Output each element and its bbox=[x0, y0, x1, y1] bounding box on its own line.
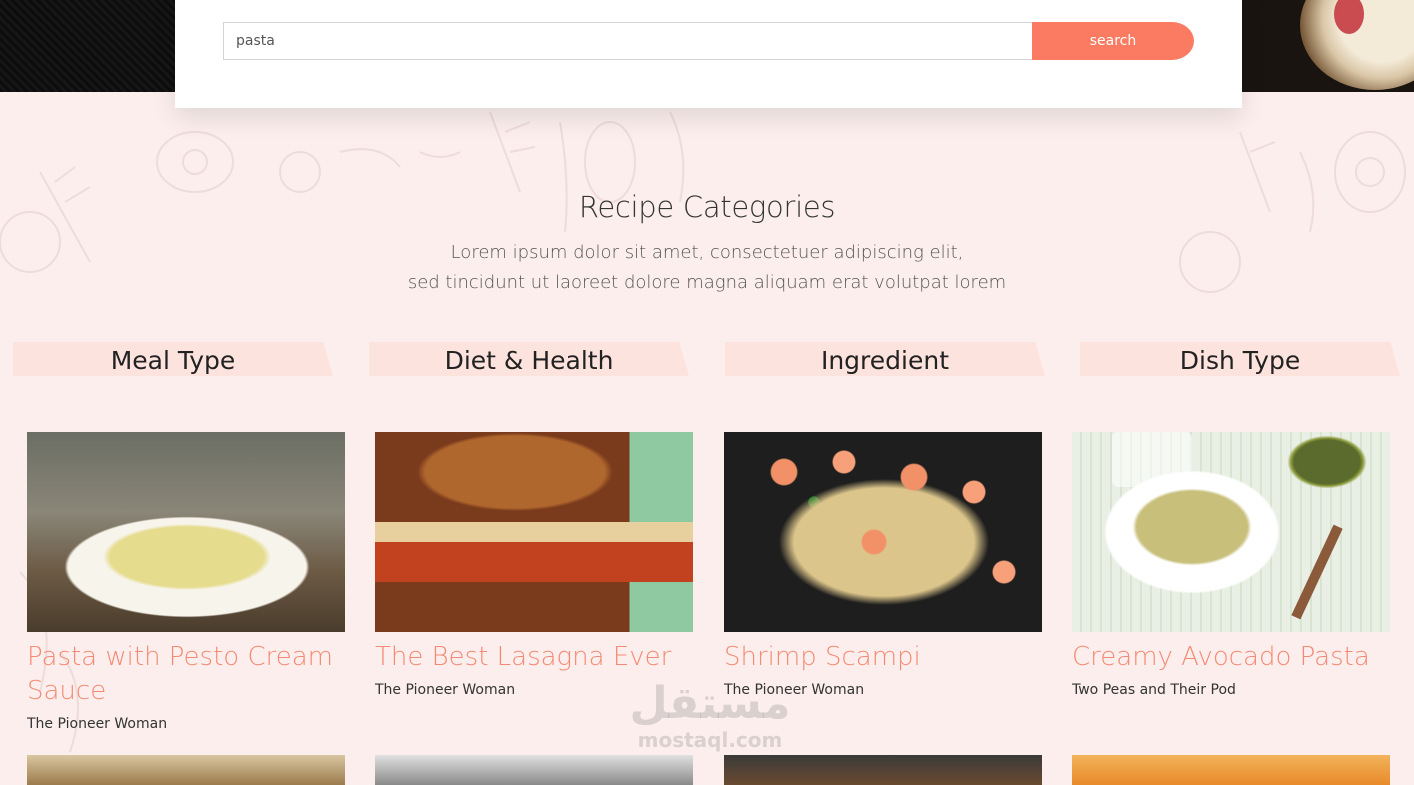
search-button[interactable]: search bbox=[1032, 22, 1194, 60]
search-input[interactable] bbox=[223, 22, 1033, 60]
tab-meal-type[interactable]: Meal Type bbox=[13, 342, 333, 376]
section-subtitle: Lorem ipsum dolor sit amet, consectetuer… bbox=[0, 238, 1414, 298]
section-title: Recipe Categories bbox=[578, 190, 836, 224]
tab-dish-type[interactable]: Dish Type bbox=[1080, 342, 1400, 376]
hero-background-left bbox=[0, 0, 175, 92]
recipe-card[interactable]: Pasta with Pesto Cream Sauce The Pioneer… bbox=[27, 432, 345, 732]
search-panel: search bbox=[175, 0, 1242, 108]
watermark-logo: مستقل mostaql.com bbox=[620, 680, 800, 760]
subtitle-line-1: Lorem ipsum dolor sit amet, consectetuer… bbox=[450, 242, 964, 263]
recipe-image[interactable] bbox=[27, 432, 345, 632]
recipe-title[interactable]: Shrimp Scampi bbox=[724, 640, 1042, 674]
recipe-image[interactable] bbox=[724, 432, 1042, 632]
recipe-card[interactable]: Creamy Avocado Pasta Two Peas and Their … bbox=[1072, 432, 1390, 698]
subtitle-line-2: sed tincidunt ut laoreet dolore magna al… bbox=[407, 272, 1007, 293]
recipe-card[interactable]: Shrimp Scampi The Pioneer Woman bbox=[724, 432, 1042, 698]
glass-image bbox=[1112, 432, 1192, 487]
recipe-title[interactable]: The Best Lasagna Ever bbox=[375, 640, 693, 674]
fork-image bbox=[1291, 524, 1343, 620]
recipe-source: Two Peas and Their Pod bbox=[1072, 682, 1236, 698]
hero-food-image bbox=[1242, 0, 1414, 92]
tab-diet-health[interactable]: Diet & Health bbox=[369, 342, 689, 376]
recipe-image[interactable] bbox=[1072, 432, 1390, 632]
watermark-latin: mostaql.com bbox=[637, 728, 783, 752]
recipe-image[interactable] bbox=[375, 432, 693, 632]
recipe-card-image-partial[interactable] bbox=[1072, 755, 1390, 785]
watermark-arabic: مستقل bbox=[629, 678, 791, 729]
recipe-card[interactable]: The Best Lasagna Ever The Pioneer Woman bbox=[375, 432, 693, 698]
tab-ingredient[interactable]: Ingredient bbox=[725, 342, 1045, 376]
recipe-card-image-partial[interactable] bbox=[27, 755, 345, 785]
recipe-title[interactable]: Creamy Avocado Pasta bbox=[1072, 640, 1390, 674]
recipe-source: The Pioneer Woman bbox=[27, 716, 168, 732]
recipe-title[interactable]: Pasta with Pesto Cream Sauce bbox=[27, 640, 345, 708]
